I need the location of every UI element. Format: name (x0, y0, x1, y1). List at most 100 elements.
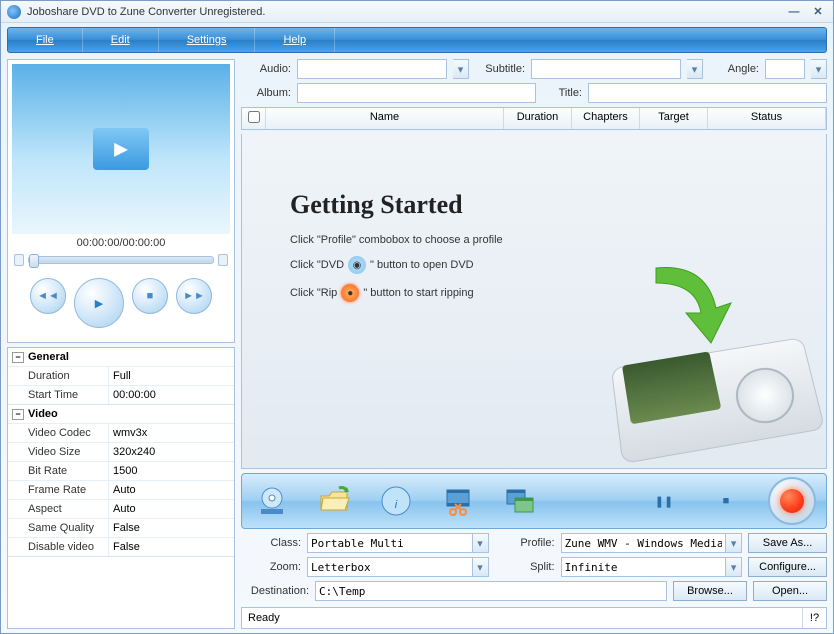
angle-label: Angle: (709, 63, 759, 75)
minimize-button[interactable]: — (785, 5, 803, 19)
configure-button[interactable]: Configure... (748, 557, 827, 577)
th-target[interactable]: Target (640, 108, 708, 129)
subtitle-select[interactable] (531, 59, 681, 79)
app-window: Joboshare DVD to Zune Converter Unregist… (0, 0, 834, 634)
album-input[interactable] (297, 83, 536, 103)
main-content-area: Getting Started Click "Profile" combobox… (241, 134, 827, 469)
zoom-select[interactable] (307, 557, 473, 577)
menu-settings[interactable]: Settings (159, 28, 256, 52)
toolbar-stop-button[interactable]: ■ (706, 481, 746, 521)
stop-icon: ■ (147, 290, 154, 302)
titlebar: Joboshare DVD to Zune Converter Unregist… (1, 1, 833, 23)
subtitle-dropdown-icon[interactable]: ▾ (687, 59, 703, 79)
seek-row (12, 252, 230, 272)
crop-button[interactable] (500, 481, 540, 521)
play-button[interactable]: ▶ (74, 278, 124, 328)
prop-row-duration[interactable]: DurationFull (8, 366, 234, 385)
prop-row-disable-video[interactable]: Disable videoFalse (8, 537, 234, 556)
stop-button[interactable]: ■ (132, 278, 168, 314)
prop-row-same-quality[interactable]: Same QualityFalse (8, 518, 234, 537)
angle-select[interactable] (765, 59, 805, 79)
open-button[interactable]: Open... (753, 581, 827, 601)
collapse-icon: − (12, 409, 24, 420)
next-icon: ►► (183, 290, 205, 302)
class-dropdown-icon[interactable]: ▾ (473, 533, 489, 553)
save-as-button[interactable]: Save As... (748, 533, 827, 553)
destination-input[interactable] (315, 581, 667, 601)
info-button[interactable]: i (376, 481, 416, 521)
left-column: 00:00:00/00:00:00 ◄◄ ▶ ■ ►► −General Dur… (7, 59, 235, 629)
window-title: Joboshare DVD to Zune Converter Unregist… (27, 6, 779, 18)
prop-row-bitrate[interactable]: Bit Rate1500 (8, 461, 234, 480)
split-select[interactable] (561, 557, 727, 577)
status-bar: Ready !? (241, 607, 827, 629)
menu-help[interactable]: Help (255, 28, 335, 52)
meta-row-1: Audio: ▾ Subtitle: ▾ Angle: ▾ (241, 59, 827, 79)
help-button[interactable]: !? (802, 608, 826, 628)
status-text: Ready (242, 612, 802, 624)
prop-row-codec[interactable]: Video Codecwmv3x (8, 423, 234, 442)
angle-dropdown-icon[interactable]: ▾ (811, 59, 827, 79)
subtitle-label: Subtitle: (475, 63, 525, 75)
title-label: Title: (542, 87, 582, 99)
prop-group-general[interactable]: −General (8, 348, 234, 366)
getting-heading: Getting Started (290, 190, 503, 220)
app-icon (7, 5, 21, 19)
profile-select[interactable] (561, 533, 727, 553)
arrow-icon (636, 258, 736, 358)
content: 00:00:00/00:00:00 ◄◄ ▶ ■ ►► −General Dur… (1, 55, 833, 633)
getting-started: Getting Started Click "Profile" combobox… (290, 190, 503, 312)
next-button[interactable]: ►► (176, 278, 212, 314)
device-illustration (576, 258, 816, 458)
browse-button[interactable]: Browse... (673, 581, 747, 601)
prop-row-start-time[interactable]: Start Time00:00:00 (8, 385, 234, 404)
range-end-handle[interactable] (218, 254, 228, 266)
rip-button[interactable] (768, 477, 816, 525)
audio-label: Audio: (241, 63, 291, 75)
getting-line-1: Click "Profile" combobox to choose a pro… (290, 234, 503, 246)
split-dropdown-icon[interactable]: ▾ (726, 557, 742, 577)
title-input[interactable] (588, 83, 827, 103)
th-checkbox[interactable] (242, 108, 266, 129)
menu-file[interactable]: File (8, 28, 83, 52)
table-header: Name Duration Chapters Target Status (241, 107, 827, 130)
prop-row-framerate[interactable]: Frame RateAuto (8, 480, 234, 499)
open-dvd-button[interactable] (252, 481, 292, 521)
seek-slider[interactable] (28, 256, 214, 264)
menu-edit[interactable]: Edit (83, 28, 159, 52)
audio-dropdown-icon[interactable]: ▾ (453, 59, 469, 79)
dvd-icon: ◉ (348, 256, 366, 274)
profile-label: Profile: (495, 537, 555, 549)
open-folder-button[interactable] (314, 481, 354, 521)
th-name[interactable]: Name (266, 108, 504, 129)
class-label: Class: (241, 537, 301, 549)
collapse-icon: − (12, 352, 24, 363)
prop-group-video[interactable]: −Video (8, 405, 234, 423)
right-column: Audio: ▾ Subtitle: ▾ Angle: ▾ Album: Tit… (241, 59, 827, 629)
range-start-handle[interactable] (14, 254, 24, 266)
th-chapters[interactable]: Chapters (572, 108, 640, 129)
pause-icon: ❚❚ (655, 495, 673, 508)
destination-row: Destination: Browse... Open... (241, 581, 827, 601)
getting-line-3: Click "Rip ●" button to start ripping (290, 284, 503, 302)
play-icon: ▶ (95, 297, 103, 310)
getting-line-2: Click "DVD ◉" button to open DVD (290, 256, 503, 274)
menubar: File Edit Settings Help (7, 27, 827, 53)
meta-row-2: Album: Title: (241, 83, 827, 103)
record-icon (780, 489, 804, 513)
pause-button[interactable]: ❚❚ (644, 481, 684, 521)
th-duration[interactable]: Duration (504, 108, 572, 129)
prev-button[interactable]: ◄◄ (30, 278, 66, 314)
audio-select[interactable] (297, 59, 447, 79)
zoom-dropdown-icon[interactable]: ▾ (473, 557, 489, 577)
seek-thumb[interactable] (29, 254, 39, 268)
prop-row-size[interactable]: Video Size320x240 (8, 442, 234, 461)
options-grid: Class: ▾ Profile: ▾ Save As... Zoom: ▾ S… (241, 533, 827, 577)
preview-video (12, 64, 230, 234)
close-button[interactable]: ✕ (809, 5, 827, 19)
trim-button[interactable] (438, 481, 478, 521)
th-status[interactable]: Status (708, 108, 826, 129)
profile-dropdown-icon[interactable]: ▾ (726, 533, 742, 553)
class-select[interactable] (307, 533, 473, 553)
prop-row-aspect[interactable]: AspectAuto (8, 499, 234, 518)
